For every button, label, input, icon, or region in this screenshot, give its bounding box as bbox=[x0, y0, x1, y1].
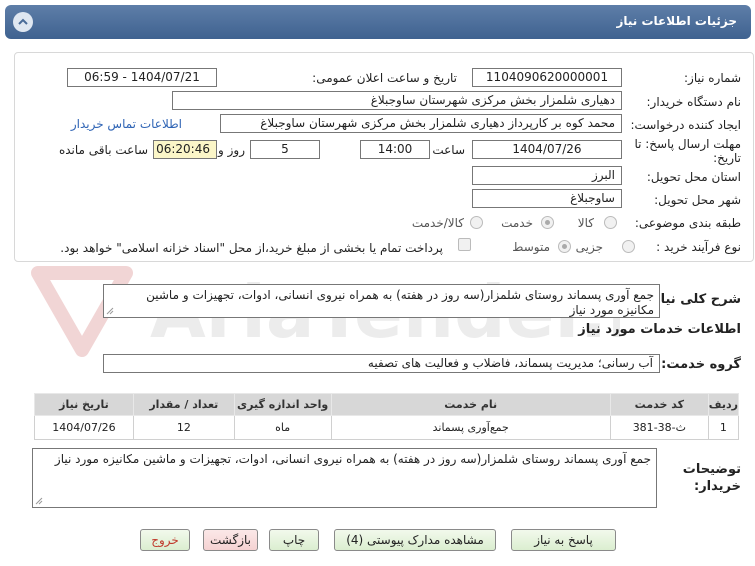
col-unit-header: واحد اندازه گیری bbox=[233, 393, 332, 416]
services-table: ردیف کد خدمت نام خدمت واحد اندازه گیری ت… bbox=[34, 393, 740, 440]
services-section-title: اطلاعات خدمات مورد نیاز bbox=[578, 322, 741, 337]
cell-code: ث-38-381 bbox=[609, 415, 709, 440]
cell-row: 1 bbox=[707, 415, 740, 440]
page-title: جزئیات اطلاعات نیاز bbox=[616, 14, 737, 28]
province-label: استان محل تحویل: bbox=[646, 170, 741, 184]
process-option-minor: جزیی bbox=[575, 240, 603, 254]
service-group-field: آب رسانی؛ مدیریت پسماند، فاضلاب و فعالیت… bbox=[103, 354, 660, 373]
page-header: جزئیات اطلاعات نیاز bbox=[5, 5, 751, 39]
remaining-time-field: 06:20:46 bbox=[153, 140, 217, 159]
process-radio-minor[interactable] bbox=[622, 240, 635, 253]
reply-button[interactable]: پاسخ به نیاز bbox=[511, 529, 616, 551]
city-label: شهر محل تحویل: bbox=[654, 193, 741, 207]
category-radio-service[interactable] bbox=[541, 216, 554, 229]
resize-grip-icon[interactable] bbox=[106, 307, 114, 315]
category-option-goods-service: کالا/خدمت bbox=[411, 216, 464, 230]
col-name-header: نام خدمت bbox=[330, 393, 611, 416]
deadline-time-label: ساعت bbox=[432, 143, 465, 157]
remaining-label: ساعت باقی مانده bbox=[58, 143, 148, 157]
process-radio-medium[interactable] bbox=[558, 240, 571, 253]
creator-label: ایجاد کننده درخواست: bbox=[630, 118, 741, 132]
attachments-button[interactable]: مشاهده مدارک پیوستی (4) bbox=[334, 529, 496, 551]
process-label: نوع فرآیند خرید : bbox=[656, 240, 741, 254]
category-option-service: خدمت bbox=[501, 216, 533, 230]
deadline-date-field: 1404/07/26 bbox=[472, 140, 622, 159]
deadline-time-field: 14:00 bbox=[360, 140, 430, 159]
summary-textarea: جمع آوری پسماند روستای شلمزار(سه روز در … bbox=[103, 284, 660, 318]
category-radio-goods-service[interactable] bbox=[470, 216, 483, 229]
deadline-label: مهلت ارسال پاسخ: تا تاریخ: bbox=[634, 137, 741, 165]
category-option-goods: کالا bbox=[577, 216, 594, 230]
summary-label: شرح کلی نیاز: bbox=[647, 292, 741, 307]
col-code-header: کد خدمت bbox=[609, 393, 709, 416]
buyer-org-label: نام دستگاه خریدار: bbox=[646, 95, 742, 109]
buyer-notes-textarea: جمع آوری پسماند روستای شلمزار(سه روز در … bbox=[32, 448, 657, 508]
table-header-row: ردیف کد خدمت نام خدمت واحد اندازه گیری ت… bbox=[34, 393, 740, 416]
back-button[interactable]: بازگشت bbox=[203, 529, 258, 551]
cell-name: جمع‌آوری پسماند bbox=[330, 415, 611, 440]
days-label: روز و bbox=[218, 143, 245, 157]
buyer-notes-text: جمع آوری پسماند روستای شلمزار(سه روز در … bbox=[54, 452, 651, 466]
resize-grip-icon[interactable] bbox=[35, 497, 43, 505]
print-button[interactable]: چاپ bbox=[269, 529, 319, 551]
process-option-medium: متوسط bbox=[512, 240, 550, 254]
treasury-checkbox[interactable] bbox=[458, 238, 471, 251]
service-group-label: گروه خدمت: bbox=[661, 357, 741, 372]
summary-text: جمع آوری پسماند روستای شلمزار(سه روز در … bbox=[146, 288, 654, 317]
buyer-notes-label: توضیحات خریدار: bbox=[682, 462, 741, 494]
city-field: ساوجبلاغ bbox=[472, 189, 622, 208]
creator-field: محمد کوه بر کارپرداز دهیاری شلمزار بخش م… bbox=[220, 114, 622, 133]
need-number-label: شماره نیاز: bbox=[684, 71, 741, 85]
col-qty-header: تعداد / مقدار bbox=[132, 393, 235, 416]
province-field: البرز bbox=[472, 166, 622, 185]
table-row: 1 ث-38-381 جمع‌آوری پسماند ماه 12 1404/0… bbox=[34, 415, 740, 440]
need-number-field: 1104090620000001 bbox=[472, 68, 622, 87]
cell-unit: ماه bbox=[233, 415, 332, 440]
category-label: طبقه بندی موضوعی: bbox=[634, 216, 741, 230]
collapse-chevron-icon[interactable] bbox=[13, 12, 33, 32]
col-date-header: تاریخ نیاز bbox=[34, 393, 134, 416]
payment-note: پرداخت تمام یا بخشی از مبلغ خرید،از محل … bbox=[60, 241, 443, 255]
announce-field: 1404/07/21 - 06:59 bbox=[67, 68, 217, 87]
buyer-org-field: دهیاری شلمزار بخش مرکزی شهرستان ساوجبلاغ bbox=[172, 91, 622, 110]
contact-buyer-link[interactable]: اطلاعات تماس خریدار bbox=[71, 117, 182, 131]
cell-date: 1404/07/26 bbox=[34, 415, 134, 440]
col-row-header: ردیف bbox=[707, 393, 740, 416]
cell-qty: 12 bbox=[132, 415, 235, 440]
days-field: 5 bbox=[250, 140, 320, 159]
exit-button[interactable]: خروج bbox=[140, 529, 190, 551]
category-radio-goods[interactable] bbox=[604, 216, 617, 229]
announce-label: تاریخ و ساعت اعلان عمومی: bbox=[312, 71, 457, 85]
